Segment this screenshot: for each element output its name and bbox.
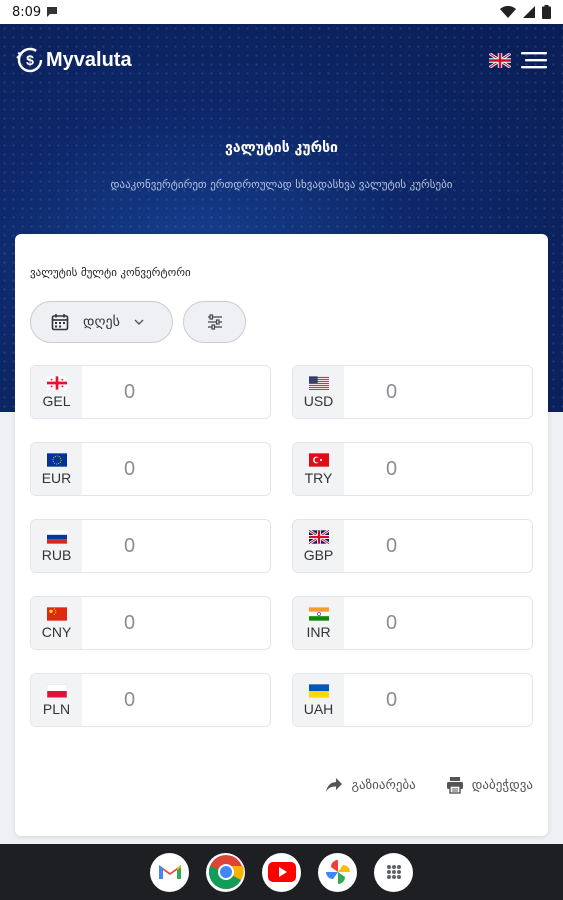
poland-flag-icon <box>46 683 67 698</box>
currency-selector[interactable]: GBP <box>293 520 344 572</box>
signal-icon <box>523 5 535 18</box>
sliders-icon <box>207 314 222 330</box>
amount-input[interactable]: 0 <box>344 674 532 726</box>
date-label: დღეს <box>83 314 120 330</box>
page-subtitle: დააკონვერტირეთ ერთდროულად სხვადასხვა ვალ… <box>110 178 453 191</box>
currency-selector[interactable]: UAH <box>293 674 344 726</box>
coin-logo-icon: $ <box>16 47 43 73</box>
currency-field-gbp[interactable]: GBP 0 <box>292 519 533 573</box>
currency-code: GEL <box>42 392 71 409</box>
currency-selector[interactable]: TRY <box>293 443 344 495</box>
currency-selector[interactable]: INR <box>293 597 344 649</box>
currency-selector[interactable]: GEL <box>31 366 82 418</box>
converter-card: ვალუტის მულტი კონვერტორი დღეს GEL 0 USD … <box>15 234 548 836</box>
currency-code: EUR <box>41 469 72 486</box>
hamburger-menu-icon[interactable] <box>521 51 547 69</box>
date-selector[interactable]: დღეს <box>30 301 173 343</box>
currency-field-try[interactable]: TRY 0 <box>292 442 533 496</box>
gmail-icon[interactable] <box>150 852 189 892</box>
chevron-down-icon <box>134 319 144 325</box>
print-icon <box>446 777 463 794</box>
svg-text:$: $ <box>26 52 34 68</box>
currency-field-gel[interactable]: GEL 0 <box>30 365 271 419</box>
ukraine-flag-icon <box>308 683 329 698</box>
currency-code: TRY <box>304 469 333 486</box>
currency-field-eur[interactable]: EUR 0 <box>30 442 271 496</box>
amount-input[interactable]: 0 <box>344 366 532 418</box>
georgia-flag-icon <box>46 375 67 390</box>
chat-notification-icon <box>47 7 58 17</box>
eu-flag-icon <box>46 452 67 467</box>
converter-title: ვალუტის მულტი კონვერტორი <box>30 266 191 279</box>
filter-button[interactable] <box>183 301 246 343</box>
app-dock <box>0 844 563 900</box>
chrome-icon[interactable] <box>206 852 245 892</box>
app-drawer-icon[interactable] <box>374 852 413 892</box>
currency-field-usd[interactable]: USD 0 <box>292 365 533 419</box>
print-button[interactable]: დაბეჭდვა <box>446 776 533 794</box>
india-flag-icon <box>308 606 329 621</box>
currency-code: USD <box>303 392 334 409</box>
share-label: გაზიარება <box>351 777 416 793</box>
amount-input[interactable]: 0 <box>344 597 532 649</box>
currency-selector[interactable]: USD <box>293 366 344 418</box>
print-label: დაბეჭდვა <box>471 777 533 793</box>
currency-selector[interactable]: CNY <box>31 597 82 649</box>
status-bar: 8:09 <box>0 0 563 24</box>
currency-field-pln[interactable]: PLN 0 <box>30 673 271 727</box>
card-actions: გაზიარება დაბეჭდვა <box>325 776 533 794</box>
amount-input[interactable]: 0 <box>82 674 270 726</box>
youtube-icon[interactable] <box>262 852 301 892</box>
amount-input[interactable]: 0 <box>82 443 270 495</box>
photos-icon[interactable] <box>318 852 357 892</box>
uk-flag-icon <box>308 529 329 544</box>
usa-flag-icon <box>308 375 329 390</box>
currency-field-rub[interactable]: RUB 0 <box>30 519 271 573</box>
brand-name: Myvaluta <box>46 48 132 71</box>
china-flag-icon <box>46 606 67 621</box>
page-title: ვალუტის კურსი <box>225 140 338 156</box>
russia-flag-icon <box>46 529 67 544</box>
amount-input[interactable]: 0 <box>82 366 270 418</box>
currency-field-uah[interactable]: UAH 0 <box>292 673 533 727</box>
currency-field-inr[interactable]: INR 0 <box>292 596 533 650</box>
turkey-flag-icon <box>308 452 329 467</box>
status-time: 8:09 <box>12 4 42 20</box>
currency-selector[interactable]: RUB <box>31 520 82 572</box>
share-icon <box>326 778 343 792</box>
currency-code: INR <box>306 623 331 640</box>
top-nav: $ Myvaluta <box>0 24 563 96</box>
currency-code: UAH <box>303 700 334 717</box>
share-button[interactable]: გაზიარება <box>325 776 416 794</box>
amount-input[interactable]: 0 <box>82 597 270 649</box>
currency-code: GBP <box>303 546 334 563</box>
currency-field-cny[interactable]: CNY 0 <box>30 596 271 650</box>
uk-flag-language-icon[interactable] <box>489 52 511 68</box>
currency-selector[interactable]: EUR <box>31 443 82 495</box>
wifi-icon <box>500 5 516 18</box>
brand-logo[interactable]: $ Myvaluta <box>16 46 132 74</box>
currency-code: CNY <box>41 623 72 640</box>
amount-input[interactable]: 0 <box>344 520 532 572</box>
amount-input[interactable]: 0 <box>82 520 270 572</box>
currency-selector[interactable]: PLN <box>31 674 82 726</box>
currency-code: RUB <box>41 546 72 563</box>
battery-icon <box>542 5 551 19</box>
calendar-icon <box>51 314 69 331</box>
currency-code: PLN <box>42 700 71 717</box>
amount-input[interactable]: 0 <box>344 443 532 495</box>
